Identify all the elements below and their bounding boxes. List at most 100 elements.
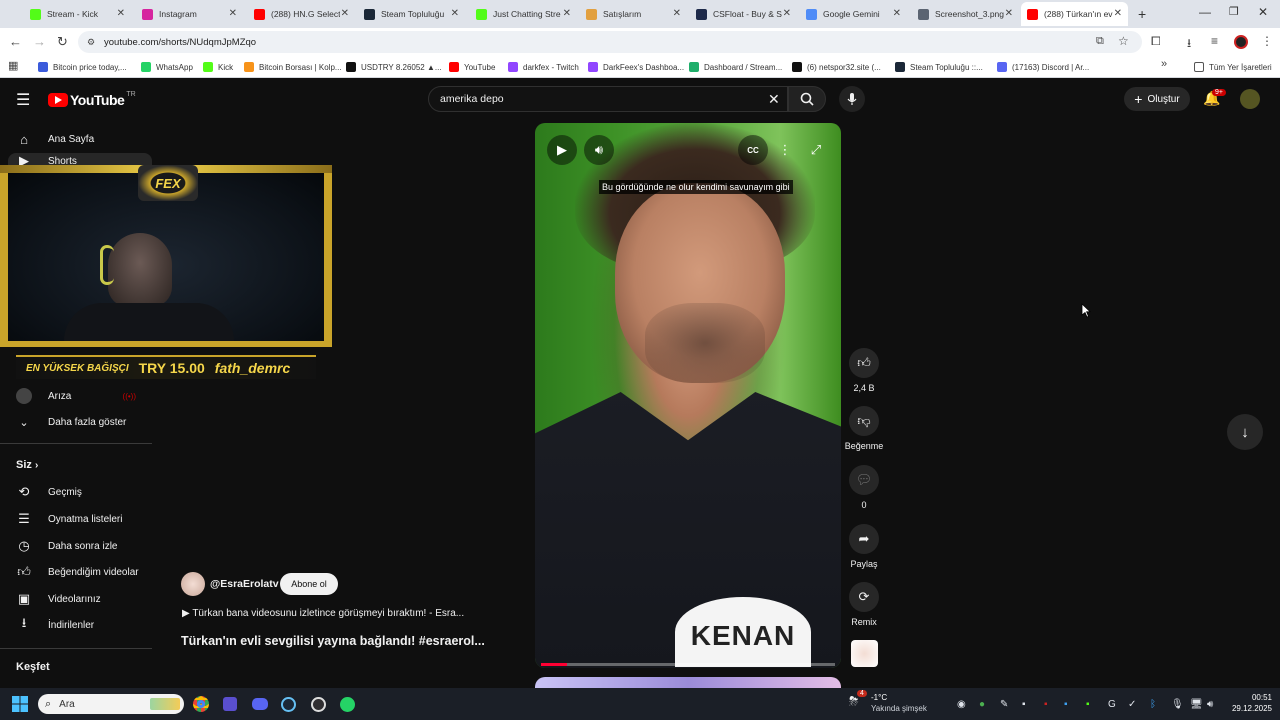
- browser-tab[interactable]: Satışlarım ✕: [580, 2, 687, 26]
- voice-search-button[interactable]: [839, 86, 865, 112]
- more-bookmarks-icon[interactable]: »: [1161, 58, 1167, 70]
- minimize-button[interactable]: —: [1199, 5, 1211, 19]
- taskbar-search[interactable]: ⌕ Ara: [38, 694, 184, 714]
- channel-name[interactable]: @EsraErolatv: [210, 578, 279, 590]
- discord-taskbar-icon[interactable]: [251, 695, 269, 713]
- clock-date[interactable]: 29.12.2025: [1222, 704, 1272, 713]
- bookmark-item[interactable]: Bitcoin price today,...: [38, 60, 127, 74]
- apps-grid-icon[interactable]: ▦: [8, 59, 18, 72]
- search-button[interactable]: [788, 86, 826, 112]
- sidebar-item-playlists[interactable]: ☰ Oynatma listeleri: [0, 506, 152, 532]
- browser-tab[interactable]: Stream - Kick ✕: [24, 2, 131, 26]
- bookmark-star-icon[interactable]: ☆: [1118, 34, 1129, 48]
- create-button[interactable]: + Oluştur: [1124, 87, 1190, 111]
- site-info-icon[interactable]: ⚙: [87, 37, 95, 48]
- fullscreen-button[interactable]: ⤢: [801, 135, 831, 165]
- next-video-button[interactable]: ↓: [1227, 414, 1263, 450]
- app-taskbar-icon[interactable]: [221, 695, 239, 713]
- tray-app-icon[interactable]: ✓: [1128, 699, 1136, 710]
- forward-icon[interactable]: →: [33, 34, 46, 49]
- comments-button[interactable]: 💬︎: [849, 465, 879, 495]
- close-tab-icon[interactable]: ✕: [673, 8, 681, 19]
- all-bookmarks[interactable]: Tüm Yer İşaretleri: [1194, 60, 1272, 74]
- search-input[interactable]: amerika depo: [440, 93, 504, 105]
- linked-video[interactable]: ▶ Türkan bana videosunu izletince görüşm…: [182, 608, 464, 619]
- subscribe-button[interactable]: Abone ol: [280, 573, 338, 595]
- close-tab-icon[interactable]: ✕: [893, 8, 901, 19]
- microphone-icon[interactable]: 🎙︎: [1171, 699, 1184, 710]
- profile-avatar[interactable]: [1234, 35, 1248, 49]
- install-app-icon[interactable]: ⧉: [1096, 35, 1104, 48]
- close-tab-icon[interactable]: ✕: [117, 8, 125, 19]
- sidebar-you-header[interactable]: Siz ›: [16, 459, 38, 471]
- volume-icon[interactable]: 🔊︎: [1207, 699, 1213, 710]
- whatsapp-taskbar-icon[interactable]: [338, 695, 356, 713]
- bookmark-item[interactable]: WhatsApp: [141, 60, 193, 74]
- network-icon[interactable]: 🖥︎: [1190, 699, 1203, 710]
- channel-avatar[interactable]: [181, 572, 205, 596]
- bookmark-item[interactable]: (17163) Discord | Ar...: [997, 60, 1089, 74]
- clock-time[interactable]: 00:51: [1238, 693, 1272, 702]
- bookmark-item[interactable]: (6) netspor32.site (...: [792, 60, 881, 74]
- tray-app-icon[interactable]: ▪: [1022, 699, 1026, 710]
- sidebar-item-liked-videos[interactable]: 👍︎ Beğendiğim videolar: [0, 559, 152, 585]
- extensions-icon[interactable]: ⧠: [1151, 34, 1161, 49]
- sound-thumbnail[interactable]: [851, 640, 878, 667]
- bookmark-item[interactable]: Kick: [203, 60, 233, 74]
- browser-tab[interactable]: Screenshot_3.png ✕: [912, 2, 1019, 26]
- more-options-button[interactable]: ⋮: [770, 135, 800, 165]
- obs-taskbar-icon[interactable]: [309, 695, 327, 713]
- bookmark-item[interactable]: USDTRY 8.26052 ▲...: [346, 60, 442, 74]
- share-button[interactable]: ➦: [849, 524, 879, 554]
- browser-tab[interactable]: Just Chatting Stre ✕: [470, 2, 577, 26]
- bookmark-item[interactable]: Dashboard / Stream...: [689, 60, 782, 74]
- dislike-button[interactable]: 👎︎: [849, 406, 879, 436]
- downloads-icon[interactable]: ⭳: [1187, 34, 1191, 55]
- short-title[interactable]: Türkan'ın evli sevgilisi yayına bağlandı…: [181, 634, 485, 648]
- short-video-player[interactable]: ▶ 🔊︎ CC ⋮ ⤢ Bu gördüğünde ne olur kendim…: [535, 123, 841, 668]
- browser-tab[interactable]: Google Gemini ✕: [800, 2, 907, 26]
- back-icon[interactable]: ←: [9, 34, 22, 49]
- media-control-icon[interactable]: ≡: [1211, 34, 1218, 48]
- bookmark-item[interactable]: Steam Topluluğu ::...: [895, 60, 983, 74]
- tray-app-icon[interactable]: G: [1108, 699, 1116, 710]
- close-tab-icon[interactable]: ✕: [229, 8, 237, 19]
- new-tab-button[interactable]: +: [1138, 6, 1146, 22]
- bookmark-item[interactable]: darkfex - Twitch: [508, 60, 579, 74]
- tray-pen-icon[interactable]: ✎: [1000, 699, 1008, 710]
- close-tab-icon[interactable]: ✕: [783, 8, 791, 19]
- sidebar-show-more[interactable]: ⌄ Daha fazla göster: [0, 409, 152, 435]
- video-progress-track[interactable]: [541, 663, 835, 666]
- bookmark-item[interactable]: DarkFeex's Dashboa...: [588, 60, 684, 74]
- close-tab-icon[interactable]: ✕: [1114, 8, 1122, 19]
- bluetooth-icon[interactable]: ᛒ: [1150, 699, 1156, 710]
- close-tab-icon[interactable]: ✕: [563, 8, 571, 19]
- sidebar-item-ariza[interactable]: Arıza ((•)): [0, 383, 152, 409]
- clear-search-icon[interactable]: ✕: [768, 91, 780, 108]
- close-tab-icon[interactable]: ✕: [341, 8, 349, 19]
- steam-taskbar-icon[interactable]: [279, 695, 297, 713]
- close-window-button[interactable]: ✕: [1258, 5, 1268, 19]
- bookmark-item[interactable]: YouTube: [449, 60, 495, 74]
- next-short-preview[interactable]: [535, 677, 841, 688]
- tray-status-icon[interactable]: ●: [979, 699, 985, 710]
- sidebar-item-downloads[interactable]: ⭳ İndirilenler: [0, 612, 152, 638]
- play-button[interactable]: ▶: [547, 135, 577, 165]
- browser-tab[interactable]: Instagram ✕: [136, 2, 243, 26]
- like-button[interactable]: 👍︎: [849, 348, 879, 378]
- sidebar-item-history[interactable]: ⟲ Geçmiş: [0, 479, 152, 505]
- close-tab-icon[interactable]: ✕: [1005, 8, 1013, 19]
- reload-icon[interactable]: ↻: [57, 34, 68, 50]
- tray-app-icon[interactable]: ▪: [1064, 699, 1068, 710]
- close-tab-icon[interactable]: ✕: [451, 8, 459, 19]
- tray-app-icon[interactable]: ▪: [1044, 699, 1048, 710]
- tray-app-icon[interactable]: ▪: [1086, 699, 1090, 710]
- browser-tab[interactable]: Steam Topluluğu ✕: [358, 2, 465, 26]
- url-text[interactable]: youtube.com/shorts/NUdqmJpMZqo: [104, 37, 256, 48]
- youtube-logo[interactable]: YouTube TR: [48, 91, 136, 108]
- account-avatar[interactable]: [1240, 89, 1260, 109]
- browser-tab[interactable]: (288) HN.G Select ✕: [248, 2, 355, 26]
- captions-button[interactable]: CC: [738, 135, 768, 165]
- maximize-button[interactable]: ❐: [1229, 5, 1239, 18]
- browser-tab[interactable]: CSFloat - Buy & S ✕: [690, 2, 797, 26]
